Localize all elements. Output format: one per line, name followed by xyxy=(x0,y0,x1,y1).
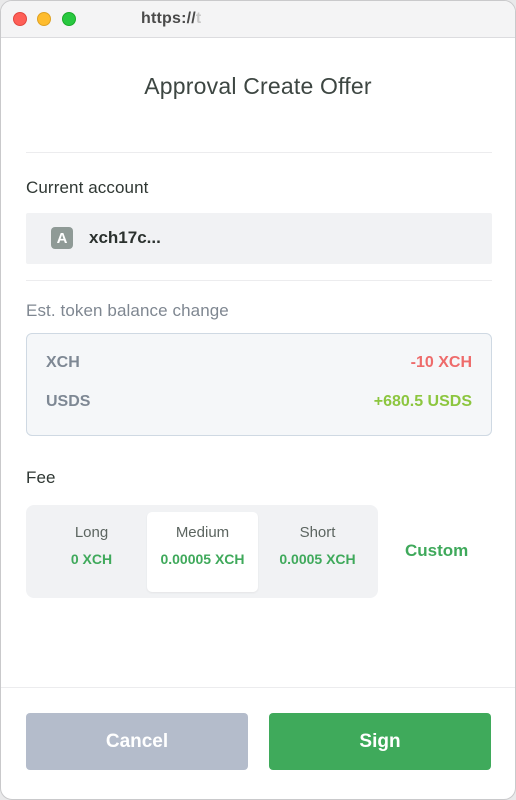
maximize-window-button[interactable] xyxy=(62,12,76,26)
window-url: https://t xyxy=(141,10,202,27)
cancel-button[interactable]: Cancel xyxy=(26,713,248,770)
custom-fee-link[interactable]: Custom xyxy=(405,541,468,561)
balance-change-label: Est. token balance change xyxy=(26,301,229,320)
fee-option-name: Medium xyxy=(175,524,230,541)
fee-option-long[interactable]: Long 0 XCH xyxy=(36,512,147,592)
fee-option-value: 0.0005 XCH xyxy=(279,551,356,567)
account-address: xch17c... xyxy=(89,228,161,247)
title-bar: https://t xyxy=(1,1,515,38)
balance-row-usds: USDS +680.5 USDS xyxy=(27,393,491,415)
current-account-label: Current account xyxy=(26,178,149,197)
fee-selector: Long 0 XCH Medium 0.00005 XCH Short 0.00… xyxy=(26,505,378,598)
minimize-window-button[interactable] xyxy=(37,12,51,26)
balance-token: XCH xyxy=(46,354,80,371)
sign-button[interactable]: Sign xyxy=(269,713,491,770)
fee-option-medium[interactable]: Medium 0.00005 XCH xyxy=(147,512,258,592)
balance-amount-positive: +680.5 USDS xyxy=(373,393,472,410)
close-window-button[interactable] xyxy=(13,12,27,26)
fee-option-value: 0.00005 XCH xyxy=(160,551,245,567)
fee-option-value: 0 XCH xyxy=(70,551,113,567)
fee-option-name: Long xyxy=(74,524,109,541)
balance-change-box: XCH -10 XCH USDS +680.5 USDS xyxy=(26,333,492,436)
footer-divider xyxy=(1,687,515,688)
current-account-box: A xch17c... xyxy=(26,213,492,264)
fee-option-short[interactable]: Short 0.0005 XCH xyxy=(262,512,373,592)
balance-token: USDS xyxy=(46,393,91,410)
account-avatar-icon: A xyxy=(51,227,73,249)
divider xyxy=(26,280,492,281)
balance-row-xch: XCH -10 XCH xyxy=(27,354,491,376)
page-title: Approval Create Offer xyxy=(144,73,372,99)
fee-option-name: Short xyxy=(299,524,336,541)
divider xyxy=(26,152,492,153)
balance-amount-negative: -10 XCH xyxy=(410,354,472,371)
approval-window: https://t Approval Create Offer Current … xyxy=(0,0,516,800)
fee-label: Fee xyxy=(26,468,56,487)
